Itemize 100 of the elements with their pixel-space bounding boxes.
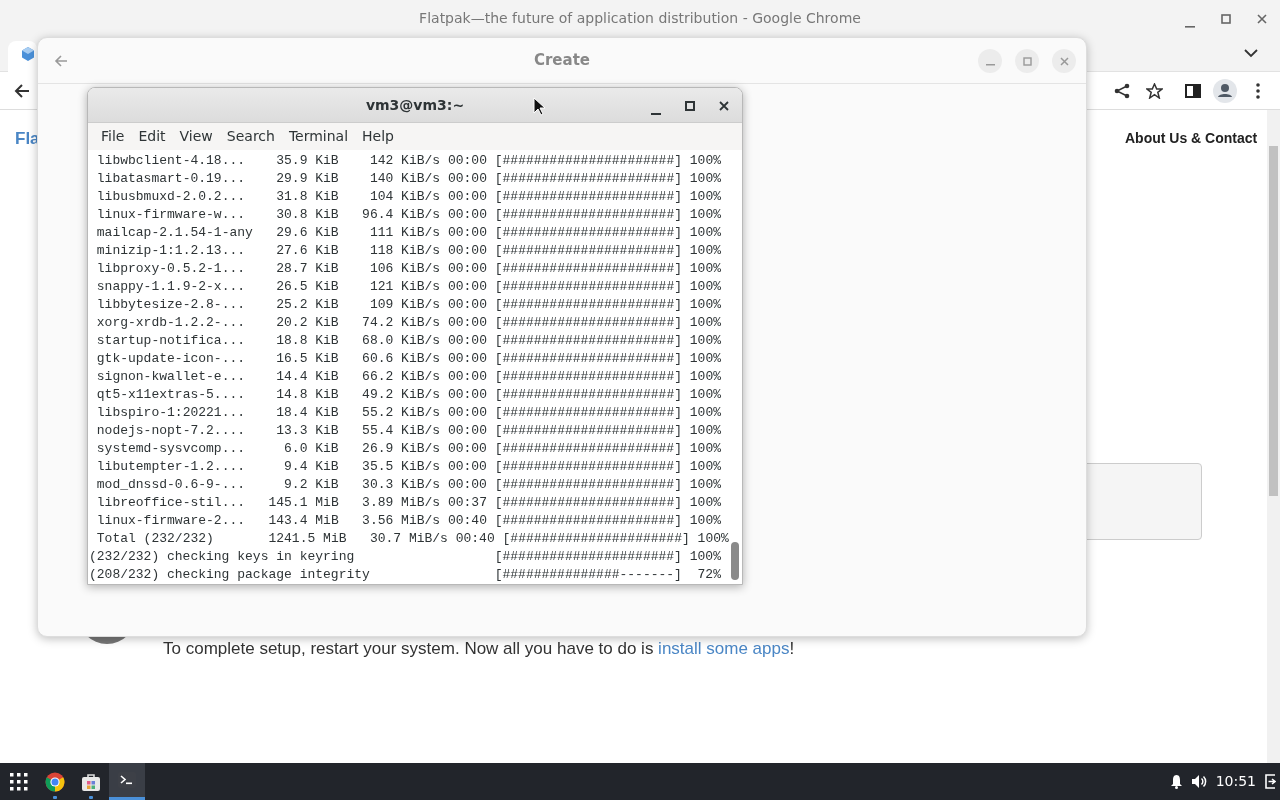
download-size: 14.8 KiB: [276, 387, 339, 402]
elapsed-time: 00:00: [447, 297, 487, 312]
menu-item[interactable]: Help: [355, 126, 401, 148]
download-rate: 109 KiB/s: [369, 297, 441, 312]
download-size: 29.9 KiB: [276, 171, 339, 186]
progress-bar-text: [######################]: [494, 441, 682, 456]
progress-bar-text: [######################]: [502, 531, 690, 546]
download-size: 13.3 KiB: [276, 423, 339, 438]
download-rate: 142 KiB/s: [369, 153, 441, 168]
elapsed-time: 00:00: [447, 351, 487, 366]
dialog-title: Create: [533, 50, 590, 72]
progress-bar-text: [######################]: [494, 207, 682, 222]
download-rate: 35.5 KiB/s: [362, 459, 441, 474]
app-grid-icon: [10, 772, 28, 791]
shopping-bag-icon: [81, 771, 101, 792]
scrollbar-thumb[interactable]: [731, 542, 739, 580]
logout-icon[interactable]: [1264, 774, 1276, 789]
package-name: libreoffice-stil...: [96, 495, 246, 510]
download-rate: 55.2 KiB/s: [362, 405, 441, 420]
download-rate: 96.4 KiB/s: [362, 207, 441, 222]
download-size: 28.7 KiB: [276, 261, 339, 276]
close-icon: [1059, 56, 1069, 66]
elapsed-time: 00:00: [447, 243, 487, 258]
download-size: 31.8 KiB: [276, 189, 339, 204]
progress-bar-text: [######################]: [494, 153, 682, 168]
setup-message: To complete setup, restart your system. Now all you have to do is install some apps!: [163, 638, 795, 660]
progress-percent: 100%: [689, 441, 721, 456]
nav-link[interactable]: About Us & Contact: [1125, 128, 1258, 149]
elapsed-time: 00:00: [447, 189, 487, 204]
share-icon[interactable]: [1114, 83, 1130, 99]
menu-icon[interactable]: [1256, 83, 1260, 99]
menu-item[interactable]: Terminal: [281, 126, 356, 148]
elapsed-time: 00:00: [447, 441, 487, 456]
progress-bar-text: [######################]: [494, 549, 682, 564]
download-rate: 66.2 KiB/s: [362, 369, 441, 384]
download-size: 25.2 KiB: [276, 297, 339, 312]
package-name: libwbclient-4.18...: [96, 153, 246, 168]
progress-bar-text: [######################]: [494, 495, 682, 510]
back-arrow-icon[interactable]: [14, 83, 30, 99]
package-name: startup-notifica...: [96, 333, 246, 348]
download-rate: 104 KiB/s: [369, 189, 441, 204]
progress-percent: 100%: [689, 351, 721, 366]
progress-percent: 100%: [697, 531, 729, 546]
elapsed-time: 00:37: [447, 495, 487, 510]
menu-item[interactable]: View: [172, 126, 220, 148]
window-title: Flatpak—the future of application distribution - Google Chrome: [419, 9, 861, 28]
menu-item[interactable]: File: [94, 126, 132, 148]
package-name: Total (232/232): [96, 531, 214, 546]
volume-icon[interactable]: [1190, 774, 1208, 789]
progress-percent: 100%: [689, 333, 721, 348]
elapsed-time: 00:00: [447, 279, 487, 294]
star-icon[interactable]: [1146, 83, 1163, 99]
chevron-down-icon[interactable]: [1244, 49, 1258, 58]
progress-percent: 100%: [689, 477, 721, 492]
progress-percent: 100%: [689, 423, 721, 438]
elapsed-time: 00:00: [447, 423, 487, 438]
minimize-icon: [651, 113, 661, 115]
clock[interactable]: 10:51: [1215, 771, 1256, 792]
close-icon: [719, 101, 729, 111]
download-size: 35.9 KiB: [276, 153, 339, 168]
download-size: 14.4 KiB: [276, 369, 339, 384]
download-size: 143.4 MiB: [268, 513, 339, 528]
progress-bar-text: [######################]: [494, 459, 682, 474]
cube-icon: [21, 46, 35, 62]
elapsed-time: 00:00: [447, 405, 487, 420]
progress-percent: 100%: [689, 315, 721, 330]
progress-bar-text: [######################]: [494, 351, 682, 366]
download-size: 27.6 KiB: [276, 243, 339, 258]
install-apps-link[interactable]: install some apps: [658, 639, 790, 658]
progress-bar-text: [######################]: [494, 423, 682, 438]
package-name: libusbmuxd-2.0.2...: [96, 189, 246, 204]
bell-icon[interactable]: [1169, 774, 1183, 789]
progress-bar-text: [######################]: [494, 225, 682, 240]
progress-percent: 100%: [689, 153, 722, 168]
sidebar-icon[interactable]: [1185, 84, 1201, 98]
download-rate: 111 KiB/s: [369, 225, 441, 240]
package-name: linux-firmware-2...: [96, 513, 246, 528]
scrollbar-thumb[interactable]: [1269, 146, 1278, 496]
download-size: 145.1 MiB: [268, 495, 339, 510]
download-rate: 140 KiB/s: [369, 171, 441, 186]
progress-percent: 100%: [689, 189, 722, 204]
package-name: mod_dnssd-0.6-9-...: [96, 477, 246, 492]
profile-icon[interactable]: [1213, 79, 1237, 103]
status-message: (208/232) checking package integrity: [89, 567, 370, 582]
download-rate: 49.2 KiB/s: [362, 387, 441, 402]
progress-percent: 100%: [689, 405, 721, 420]
download-rate: 60.6 KiB/s: [362, 351, 441, 366]
package-name: snappy-1.1.9-2-x...: [96, 279, 246, 294]
minimize-icon: [985, 63, 995, 66]
progress-bar-text: [######################]: [494, 279, 682, 294]
progress-percent: 100%: [689, 513, 721, 528]
menu-item[interactable]: Search: [219, 126, 282, 148]
elapsed-time: 00:00: [447, 315, 487, 330]
elapsed-time: 00:00: [447, 261, 487, 276]
package-name: nodejs-nopt-7.2....: [96, 423, 246, 438]
package-name: libatasmart-0.19...: [96, 171, 246, 186]
progress-percent: 100%: [689, 297, 722, 312]
progress-percent: 100%: [689, 369, 721, 384]
download-rate: 74.2 KiB/s: [362, 315, 441, 330]
menu-item[interactable]: Edit: [131, 126, 173, 148]
